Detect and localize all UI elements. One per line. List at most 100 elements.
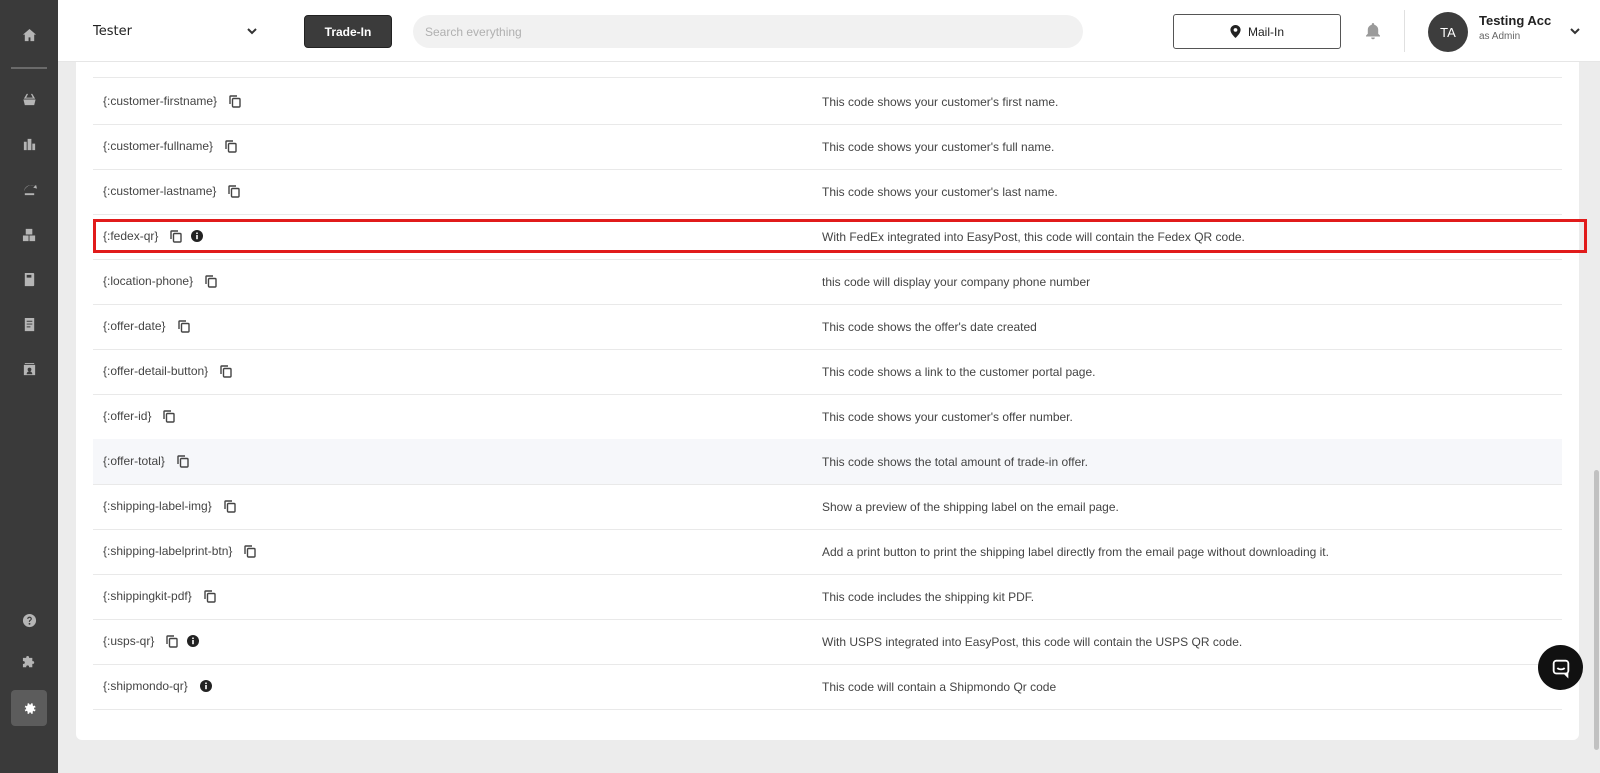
trade-icon (23, 184, 37, 195)
table-row: {:customer-fullname} This code shows your… (93, 124, 1562, 170)
shortcode: {:location-phone} (103, 274, 217, 288)
shortcode: {:usps-qr} (103, 634, 200, 648)
shortcode: {:shipping-labelprint-btn} (103, 544, 257, 558)
shortcode-description: This code shows your customer's full nam… (822, 140, 1055, 154)
copy-icon[interactable] (244, 544, 257, 558)
copy-icon[interactable] (220, 364, 232, 378)
shortcode: {:offer-detail-button} (103, 364, 232, 378)
table-row: {:offer-total} This code shows the total … (93, 439, 1562, 485)
copy-icon[interactable] (224, 499, 236, 513)
scrollbar-thumb[interactable] (1594, 470, 1599, 750)
shortcode: {:shippingkit-pdf} (103, 589, 216, 603)
sidebar-item-help[interactable] (12, 603, 46, 637)
copy-icon[interactable] (177, 454, 189, 468)
copy-icon[interactable] (166, 634, 179, 648)
shortcode-table: {:customer-firstname} This code shows you… (76, 62, 1579, 740)
settings-icon (24, 702, 36, 714)
shortcode-text: {:customer-lastname} (103, 184, 217, 198)
shortcode: {:offer-date} (103, 319, 190, 333)
shortcode-description: this code will display your company phon… (822, 275, 1091, 289)
shortcode-text: {:customer-fullname} (103, 139, 214, 153)
shortcode-text: {:shipmondo-qr} (103, 679, 188, 693)
shortcode-text: {:offer-detail-button} (103, 364, 209, 378)
copy-icon[interactable] (228, 184, 241, 198)
table-row: {:shippingkit-pdf} This code includes the… (93, 574, 1562, 620)
shortcode-text: {:location-phone} (103, 274, 194, 288)
sidebar-item-trade[interactable] (12, 172, 46, 206)
copy-icon[interactable] (177, 319, 190, 333)
shortcode: {:customer-lastname} (103, 184, 241, 198)
chat-icon (1552, 659, 1569, 678)
info-icon[interactable] (199, 680, 212, 692)
shortcode-description: Show a preview of the shipping label on … (822, 500, 1119, 514)
copy-icon[interactable] (170, 229, 183, 243)
shortcode-description: Add a print button to print the shipping… (822, 545, 1329, 559)
shortcode-text: {:shipping-label-img} (103, 499, 212, 513)
table-row: {:customer-firstname} This code shows you… (93, 79, 1562, 125)
sidebar-item-inventory[interactable] (12, 127, 46, 161)
table-row: {:offer-date} This code shows the offer's… (93, 304, 1562, 350)
copy-icon[interactable] (229, 94, 241, 108)
info-icon[interactable] (191, 230, 204, 242)
shortcode: {:customer-fullname} (103, 139, 237, 153)
inventory-icon (23, 138, 35, 150)
copy-icon[interactable] (163, 409, 176, 423)
table-row-partial (93, 32, 1562, 78)
copy-icon[interactable] (204, 589, 216, 603)
shortcode-description: This code shows your customer's last nam… (822, 185, 1058, 199)
sidebar-item-book[interactable] (12, 262, 46, 296)
sidebar-item-boxes[interactable] (12, 217, 46, 251)
table-row: {:offer-detail-button} This code shows a … (93, 349, 1562, 395)
sidebar-item-settings[interactable] (11, 690, 47, 726)
shortcode-text: {:usps-qr} (103, 634, 155, 648)
basket-icon (22, 93, 36, 105)
shortcode: {:shipping-label-img} (103, 499, 236, 513)
table-row: {:offer-id} This code shows your customer… (93, 394, 1562, 440)
shortcode-text: {:shippingkit-pdf} (103, 589, 192, 603)
shortcode-text: {:offer-id} (103, 409, 152, 423)
shortcode-description: This code will contain a Shipmondo Qr co… (822, 680, 1057, 694)
shortcode: {:customer-firstname} (103, 94, 241, 108)
shortcode-description: This code shows a link to the customer p… (822, 365, 1096, 379)
shortcode-description: With USPS integrated into EasyPost, this… (822, 635, 1243, 649)
puzzle-icon (22, 655, 34, 667)
shortcode-description: This code shows your customer's offer nu… (822, 410, 1073, 424)
table-row: {:customer-lastname} This code shows your… (93, 169, 1562, 215)
chat-button[interactable] (1538, 645, 1583, 690)
info-icon[interactable] (187, 635, 200, 647)
shortcode-description: This code shows the offer's date created (822, 320, 1037, 334)
table-row: {:shipmondo-qr} This code will contain a … (93, 664, 1562, 710)
help-icon (22, 613, 36, 627)
chevron-down-icon[interactable] (1569, 25, 1581, 37)
copy-icon[interactable] (205, 274, 217, 288)
sidebar-item-contacts[interactable] (12, 352, 46, 386)
shortcode: {:offer-total} (103, 454, 189, 468)
report-icon (24, 317, 34, 331)
table-row: {:shipping-labelprint-btn} Add a print bu… (93, 529, 1562, 575)
sidebar-item-home[interactable] (12, 18, 46, 52)
boxes-icon (22, 228, 35, 241)
copy-icon[interactable] (225, 139, 237, 153)
shortcode: {:fedex-qr} (103, 229, 204, 243)
sidebar-item-basket[interactable] (12, 82, 46, 116)
sidebar-item-puzzle[interactable] (12, 645, 46, 679)
sidebar (0, 0, 58, 773)
shortcode-description: This code includes the shipping kit PDF. (822, 590, 1035, 604)
shortcode-text: {:customer-firstname} (103, 94, 218, 108)
shortcode-description: This code shows the total amount of trad… (822, 455, 1088, 469)
table-row: {:usps-qr} With USPS integrated into Easy… (93, 619, 1562, 665)
shortcode-text: {:shipping-labelprint-btn} (103, 544, 233, 558)
table-row: {:shipping-label-img} Show a preview of t… (93, 484, 1562, 530)
sidebar-divider (11, 67, 47, 69)
shortcode-description: This code shows your customer's first na… (822, 95, 1059, 109)
shortcode-text: {:fedex-qr} (103, 229, 159, 243)
table-row: {:location-phone} this code will display … (93, 259, 1562, 305)
table-row: {:fedex-qr} With FedEx integrated into Ea… (93, 214, 1562, 260)
shortcode: {:offer-id} (103, 409, 176, 423)
user-name[interactable]: Testing Acc (1479, 13, 1551, 28)
shortcode: {:shipmondo-qr} (103, 679, 212, 693)
sidebar-item-report[interactable] (12, 307, 46, 341)
shortcode-description: With FedEx integrated into EasyPost, thi… (822, 230, 1245, 244)
home-icon (22, 28, 36, 41)
contacts-icon (23, 362, 35, 375)
